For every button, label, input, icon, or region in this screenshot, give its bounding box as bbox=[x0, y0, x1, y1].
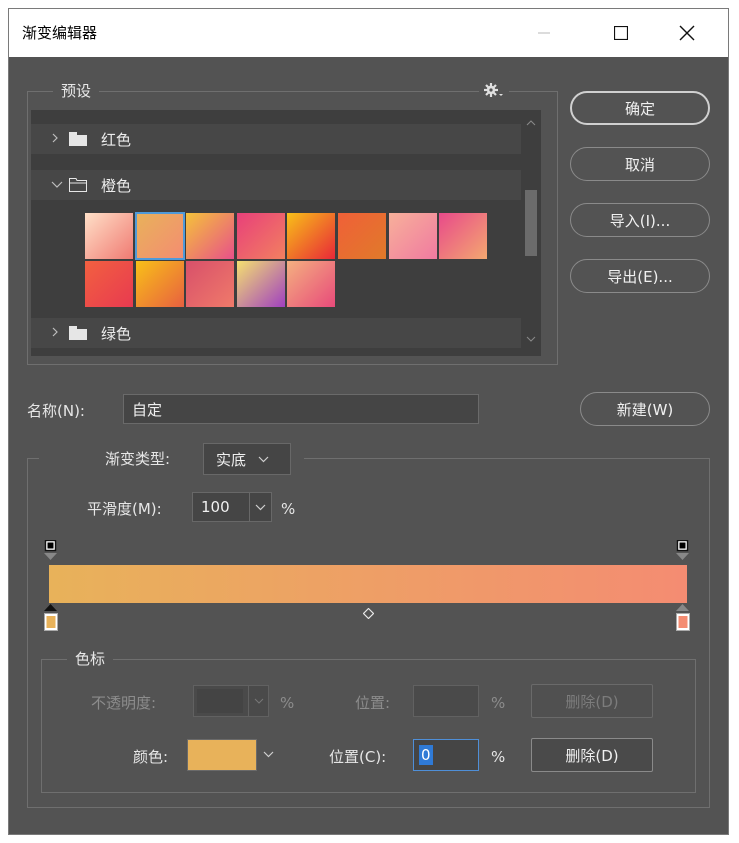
window-title: 渐变编辑器 bbox=[22, 24, 98, 42]
scroll-down-icon[interactable] bbox=[525, 334, 537, 345]
gradient-swatch[interactable] bbox=[236, 261, 285, 307]
smoothness-unit: % bbox=[281, 500, 296, 518]
color-stop-left[interactable] bbox=[44, 604, 58, 636]
preset-folder-orange[interactable]: 橙色 bbox=[31, 170, 521, 200]
scrollbar-thumb[interactable] bbox=[525, 190, 537, 256]
presets-gear-icon[interactable] bbox=[479, 79, 509, 101]
cancel-button[interactable]: 取消 bbox=[570, 147, 710, 181]
color-swatch[interactable] bbox=[187, 739, 257, 771]
gradient-swatch[interactable] bbox=[287, 261, 336, 307]
chevron-down-icon[interactable] bbox=[249, 493, 271, 521]
name-label: 名称(N): bbox=[27, 402, 85, 420]
chevron-down-icon bbox=[248, 686, 268, 716]
opacity-input bbox=[193, 685, 269, 717]
title-bar: 渐变编辑器 bbox=[9, 9, 728, 57]
maximize-icon bbox=[614, 26, 628, 40]
preset-scrollbar[interactable] bbox=[521, 110, 541, 356]
chevron-down-icon[interactable] bbox=[51, 178, 65, 193]
opacity-label: 不透明度: bbox=[91, 694, 157, 712]
gradient-swatch[interactable] bbox=[85, 213, 133, 259]
minimize-button[interactable] bbox=[516, 9, 572, 57]
folder-name: 橙色 bbox=[101, 176, 132, 195]
preset-folder-green[interactable]: 绿色 bbox=[31, 318, 521, 348]
scroll-up-icon[interactable] bbox=[525, 118, 537, 129]
color-position-unit: % bbox=[491, 748, 506, 766]
color-label: 颜色: bbox=[133, 748, 169, 766]
folder-icon bbox=[69, 132, 89, 146]
color-position-input[interactable]: 0 bbox=[413, 739, 479, 771]
chevron-down-icon[interactable] bbox=[263, 751, 274, 758]
opacity-delete-button: 删除(D) bbox=[531, 684, 653, 718]
preset-list[interactable]: 红色 橙色 绿色 bbox=[31, 110, 541, 356]
gradient-preview-bar[interactable] bbox=[49, 565, 687, 603]
minimize-icon bbox=[538, 32, 550, 34]
gradient-swatch[interactable] bbox=[388, 213, 437, 259]
smoothness-label: 平滑度(M): bbox=[87, 500, 162, 518]
name-input[interactable]: 自定 bbox=[123, 394, 479, 424]
color-delete-button[interactable]: 删除(D) bbox=[531, 738, 653, 772]
opacity-position-unit: % bbox=[491, 694, 506, 712]
opacity-position-input bbox=[413, 685, 479, 717]
gradient-swatch[interactable] bbox=[186, 261, 235, 307]
gradient-type-value: 实底 bbox=[216, 450, 247, 469]
gradient-swatch[interactable] bbox=[338, 213, 386, 259]
export-button[interactable]: 导出(E)... bbox=[570, 259, 710, 293]
color-stops-legend: 色标 bbox=[67, 649, 114, 669]
gradient-editor-window: 渐变编辑器 预设 红色 橙色 绿色 确定 取消 导入(I)... 导出(E)..… bbox=[8, 8, 729, 835]
chevron-down-icon bbox=[258, 456, 269, 463]
close-button[interactable] bbox=[659, 9, 715, 57]
maximize-button[interactable] bbox=[593, 9, 649, 57]
gradient-type-label: 渐变类型: bbox=[105, 450, 171, 468]
smoothness-input[interactable]: 100 bbox=[192, 492, 272, 522]
gradient-type-dropdown[interactable]: 实底 bbox=[203, 443, 291, 475]
color-position-value[interactable]: 0 bbox=[419, 745, 433, 765]
color-position-label: 位置(C): bbox=[329, 748, 387, 766]
import-button[interactable]: 导入(I)... bbox=[570, 203, 710, 237]
new-button[interactable]: 新建(W) bbox=[580, 392, 710, 426]
folder-name: 绿色 bbox=[101, 324, 132, 343]
color-stops-group bbox=[41, 659, 696, 793]
presets-legend: 预设 bbox=[53, 81, 100, 101]
opacity-stop-right[interactable] bbox=[676, 539, 690, 564]
ok-button[interactable]: 确定 bbox=[570, 91, 710, 125]
folder-open-icon bbox=[69, 178, 89, 192]
folder-icon bbox=[69, 326, 89, 340]
gradient-swatch[interactable] bbox=[134, 212, 185, 260]
dialog-content: 预设 红色 橙色 绿色 确定 取消 导入(I)... 导出(E)... 名称(N… bbox=[9, 57, 728, 834]
gradient-type-row: 渐变类型: 实底 bbox=[39, 442, 304, 476]
gradient-swatch[interactable] bbox=[439, 213, 488, 259]
opacity-stop-left[interactable] bbox=[44, 539, 58, 564]
gradient-swatch[interactable] bbox=[236, 213, 285, 259]
color-stop-right[interactable] bbox=[676, 604, 690, 636]
chevron-right-icon[interactable] bbox=[51, 326, 65, 341]
gradient-swatch[interactable] bbox=[135, 261, 184, 307]
folder-name: 红色 bbox=[101, 130, 132, 149]
gradient-swatch[interactable] bbox=[85, 261, 133, 307]
gradient-swatch[interactable] bbox=[287, 213, 336, 259]
opacity-unit: % bbox=[280, 694, 295, 712]
close-icon bbox=[679, 25, 695, 41]
chevron-right-icon[interactable] bbox=[51, 132, 65, 147]
opacity-position-label: 位置: bbox=[355, 694, 391, 712]
smoothness-value[interactable]: 100 bbox=[201, 498, 230, 516]
midpoint-diamond-icon[interactable] bbox=[362, 607, 375, 623]
preset-folder-red[interactable]: 红色 bbox=[31, 124, 521, 154]
gradient-swatch[interactable] bbox=[186, 213, 235, 259]
